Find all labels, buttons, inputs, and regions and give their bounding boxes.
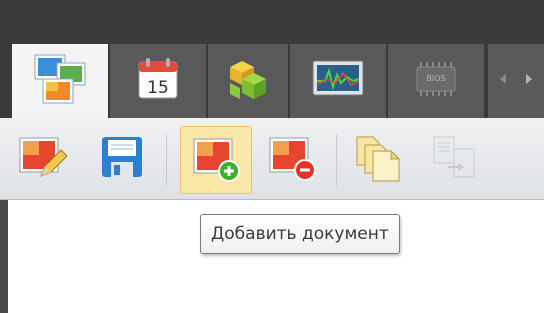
image-pencil-icon xyxy=(17,132,68,186)
remove-document-button[interactable] xyxy=(262,128,322,190)
panel-left-border xyxy=(0,200,8,313)
toolbar-separator xyxy=(336,134,337,186)
copy-icon xyxy=(353,131,403,187)
toolbar xyxy=(0,118,544,200)
cubes-icon xyxy=(224,55,272,107)
chevron-left-icon[interactable] xyxy=(500,74,506,84)
bios-label: BIOS xyxy=(426,74,445,83)
add-document-button[interactable] xyxy=(180,126,252,194)
tab-scroll-area xyxy=(488,44,544,118)
calendar-day-label: 15 xyxy=(147,78,169,98)
convert-document-button[interactable] xyxy=(424,128,484,190)
tooltip-text: Добавить документ xyxy=(211,224,389,244)
documents-icon xyxy=(33,53,87,109)
copy-documents-button[interactable] xyxy=(348,128,408,190)
edit-document-button[interactable] xyxy=(12,128,72,190)
image-remove-icon xyxy=(267,132,317,186)
chevron-right-icon[interactable] xyxy=(526,74,532,84)
tab-documents[interactable] xyxy=(12,44,108,118)
title-strip xyxy=(0,0,544,40)
tab-calendar[interactable]: 15 xyxy=(110,44,206,118)
save-button[interactable] xyxy=(92,128,152,190)
tab-bar: 15 BIOS xyxy=(0,40,544,118)
image-add-icon xyxy=(191,133,241,187)
tab-bios[interactable]: BIOS xyxy=(388,44,484,118)
app-window: 15 BIOS Добавить документ xyxy=(0,0,544,313)
tab-monitor[interactable] xyxy=(290,44,386,118)
tab-components[interactable] xyxy=(208,44,288,118)
calendar-icon: 15 xyxy=(135,56,181,106)
bios-chip-icon: BIOS xyxy=(411,61,461,101)
tooltip: Добавить документ xyxy=(200,214,400,254)
toolbar-separator xyxy=(166,134,167,186)
convert-icon xyxy=(430,133,478,185)
floppy-disk-icon xyxy=(99,134,145,184)
monitor-graph-icon xyxy=(311,59,365,103)
